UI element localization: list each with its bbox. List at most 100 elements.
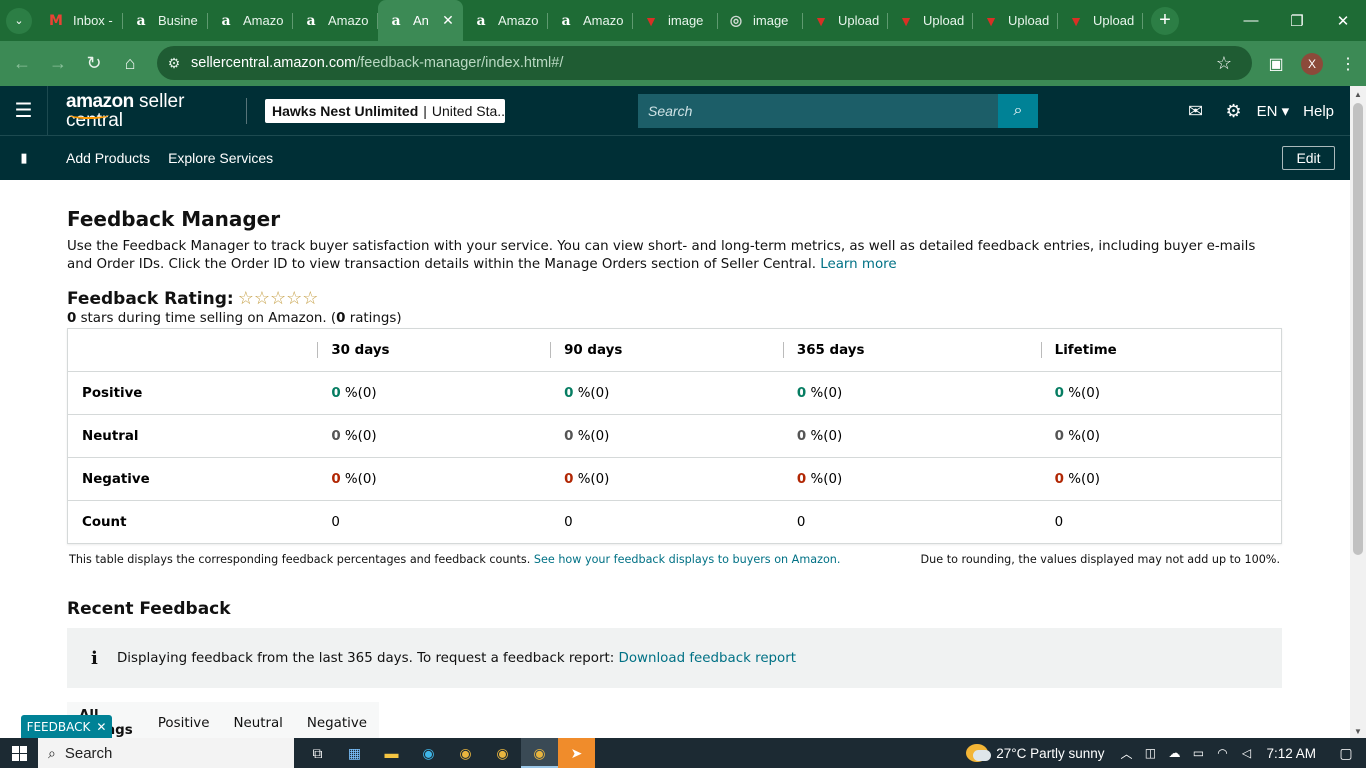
file-explorer-icon[interactable]: ▬: [373, 738, 410, 768]
taskbar-search[interactable]: ⌕ Search: [38, 738, 294, 768]
address-bar[interactable]: ⚙ sellercentral.amazon.com/feedback-mana…: [157, 46, 1252, 80]
site-info-icon[interactable]: ⚙: [157, 55, 191, 72]
forward-arrow-icon[interactable]: →: [40, 46, 76, 82]
tab-title: Inbox -: [73, 13, 113, 28]
minimize-icon[interactable]: —: [1228, 0, 1274, 41]
row-label: Positive: [67, 371, 318, 415]
back-arrow-icon[interactable]: ←: [4, 46, 40, 82]
chevron-up-icon[interactable]: ︿: [1114, 745, 1138, 762]
chrome-active-icon[interactable]: ◉: [521, 738, 558, 768]
cell-value: 0: [331, 471, 341, 487]
table-cell: 0: [1041, 501, 1282, 544]
browser-tab[interactable]: ▼ Upload: [888, 0, 973, 41]
browser-tab[interactable]: ▼ Upload: [1058, 0, 1143, 41]
tab-title: image: [668, 13, 704, 28]
seller-central-nav: ▮ Add Products Explore Services Edit: [0, 136, 1350, 180]
browser-tab[interactable]: ▼ Upload: [803, 0, 888, 41]
weather-widget[interactable]: 27°C Partly sunny: [966, 744, 1104, 762]
learn-more-link[interactable]: Learn more: [820, 257, 896, 272]
browser-tab[interactable]: ▼ Upload: [973, 0, 1058, 41]
browser-tab[interactable]: M Inbox -: [38, 0, 123, 41]
volume-icon[interactable]: ◁: [1234, 746, 1258, 760]
gear-icon[interactable]: ⚙: [1215, 101, 1253, 122]
upload-icon: ▼: [899, 12, 913, 29]
row-label: Neutral: [67, 414, 318, 458]
cell-value: 0: [1054, 428, 1064, 444]
onedrive-icon[interactable]: ☁: [1162, 746, 1186, 760]
download-report-link[interactable]: Download feedback report: [619, 651, 797, 666]
store-selector[interactable]: Hawks Nest Unlimited | United Sta...: [265, 98, 505, 123]
table-row: Negative 0 %(0) 0 %(0) 0 %(0) 0 %(0): [67, 457, 1282, 501]
bookmark-icon[interactable]: ▮: [0, 150, 48, 166]
language-selector[interactable]: EN ▾: [1257, 102, 1290, 120]
scroll-up-icon[interactable]: ▲: [1354, 90, 1362, 99]
new-tab-plus-icon[interactable]: +: [1151, 6, 1179, 35]
tab-search-chevron-icon[interactable]: ⌄: [6, 7, 32, 34]
vertical-scrollbar[interactable]: ▲ ▼: [1350, 86, 1366, 738]
feedback-widget-button[interactable]: FEEDBACK ✕: [21, 715, 112, 738]
browser-toolbar: ← → ↻ ⌂ ⚙ sellercentral.amazon.com/feedb…: [0, 41, 1366, 86]
side-panel-icon[interactable]: ▣: [1258, 46, 1294, 82]
restore-icon[interactable]: ❐: [1274, 0, 1320, 41]
close-window-icon[interactable]: ✕: [1320, 0, 1366, 41]
browser-tab[interactable]: a Amazo: [293, 0, 378, 41]
edit-button[interactable]: Edit: [1282, 146, 1335, 170]
tab-title: Upload: [838, 13, 880, 28]
task-view-icon[interactable]: ⧉: [299, 738, 336, 768]
tab-title: Upload: [1093, 13, 1135, 28]
hamburger-menu-icon[interactable]: ☰: [0, 85, 48, 136]
browser-tab[interactable]: a Amazo: [208, 0, 293, 41]
seller-central-logo[interactable]: amazon seller central: [66, 92, 228, 130]
chrome-icon[interactable]: ◉: [484, 738, 521, 768]
row-label: Negative: [67, 457, 318, 501]
cell-suffix: %(0): [806, 471, 843, 487]
browser-tab-active[interactable]: a An ✕: [378, 0, 463, 41]
telegram-icon[interactable]: ➤: [558, 738, 595, 768]
feedback-display-link[interactable]: See how your feedback displays to buyers…: [534, 553, 841, 566]
wifi-icon[interactable]: ◠: [1210, 746, 1234, 760]
profile-avatar[interactable]: X: [1301, 52, 1323, 75]
store-icon[interactable]: ▦: [336, 738, 373, 768]
table-header-row: 30 days 90 days 365 days Lifetime: [67, 328, 1282, 372]
clock[interactable]: 7:12 AM: [1266, 746, 1316, 761]
bookmark-star-icon[interactable]: ☆: [1216, 53, 1232, 74]
browser-tab[interactable]: ▼ image: [633, 0, 718, 41]
table-cell: 0 %(0): [1040, 371, 1282, 415]
close-tab-icon[interactable]: ✕: [439, 12, 457, 29]
tab-title: Amazo: [583, 13, 624, 28]
notification-icon[interactable]: ▢: [1332, 745, 1360, 762]
browser-tab[interactable]: ◎ image: [718, 0, 803, 41]
store-region: United Sta...: [431, 102, 505, 119]
edge-icon[interactable]: ◉: [410, 738, 447, 768]
upload-icon: ▼: [644, 12, 658, 29]
cell-value: 0: [1054, 514, 1064, 530]
scroll-down-icon[interactable]: ▼: [1354, 727, 1362, 736]
table-cell: 0 %(0): [782, 414, 1041, 458]
browser-tab[interactable]: a Amazo: [548, 0, 633, 41]
browser-tab[interactable]: a Busine: [123, 0, 208, 41]
chrome-icon[interactable]: ◉: [447, 738, 484, 768]
column-header: Lifetime: [1040, 328, 1282, 372]
star-icon: ☆: [253, 288, 270, 308]
help-link[interactable]: Help: [1303, 103, 1334, 120]
browser-tab[interactable]: a Amazo: [463, 0, 548, 41]
windows-start-icon[interactable]: [0, 738, 38, 768]
meet-now-icon[interactable]: ◫: [1138, 746, 1162, 760]
table-row: Positive 0 %(0) 0 %(0) 0 %(0) 0 %(0): [67, 371, 1282, 415]
close-icon[interactable]: ✕: [96, 720, 106, 734]
table-note-left: This table displays the corresponding fe…: [69, 553, 840, 566]
amazon-icon: a: [476, 12, 486, 29]
scrollbar-thumb[interactable]: [1353, 103, 1363, 555]
reload-icon[interactable]: ↻: [76, 46, 112, 82]
browser-menu-icon[interactable]: ⋮: [1330, 46, 1366, 82]
nav-explore-services[interactable]: Explore Services: [168, 150, 273, 166]
battery-icon[interactable]: ▭: [1186, 746, 1210, 760]
table-cell: 0 %(0): [317, 457, 551, 501]
cell-value: 0: [1054, 385, 1064, 401]
home-icon[interactable]: ⌂: [112, 46, 148, 82]
search-input[interactable]: Search: [638, 94, 998, 128]
nav-add-products[interactable]: Add Products: [66, 150, 150, 166]
mail-icon[interactable]: ✉: [1177, 101, 1215, 122]
search-icon[interactable]: ⌕: [998, 94, 1038, 128]
rating-summary: 0 stars during time selling on Amazon. (…: [67, 311, 1282, 326]
